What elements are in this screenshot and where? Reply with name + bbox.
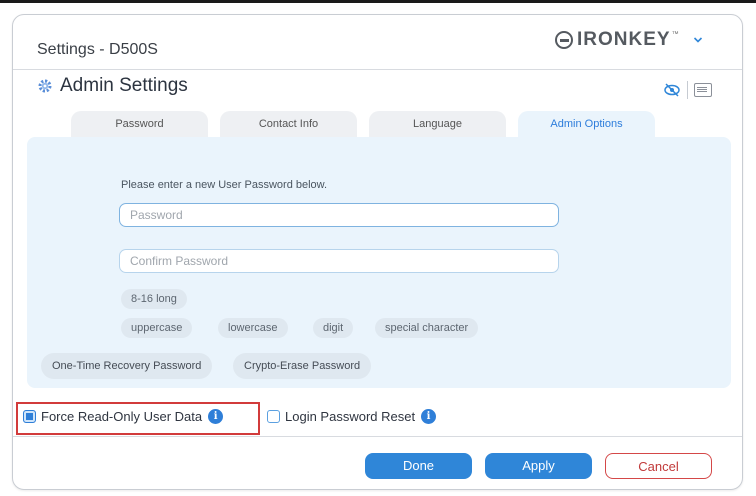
crypto-erase-password-button[interactable]: Crypto-Erase Password <box>233 353 372 379</box>
tab-contact-info[interactable]: Contact Info <box>220 111 357 137</box>
header-divider <box>13 69 742 70</box>
requirement-digit: digit <box>313 318 354 338</box>
force-read-only-option: Force Read-Only User Data i <box>23 409 224 424</box>
top-border-line <box>0 0 756 3</box>
login-password-reset-option: Login Password Reset i <box>267 409 437 424</box>
login-password-reset-label: Login Password Reset <box>285 409 416 424</box>
tool-separator <box>687 81 688 99</box>
trademark-symbol: ™ <box>671 30 679 38</box>
window-title: Settings - D500S <box>37 41 158 58</box>
keyboard-icon[interactable] <box>694 83 712 97</box>
settings-dialog: Settings - D500S IRONKEY ™ Admin Setting… <box>12 14 743 490</box>
tab-bar: Password Contact Info Language Admin Opt… <box>71 111 667 138</box>
login-password-reset-checkbox[interactable] <box>267 410 280 423</box>
requirement-lowercase: lowercase <box>218 318 288 338</box>
header-tools <box>663 81 712 99</box>
requirement-special-character: special character <box>375 318 479 338</box>
ironkey-logo-icon <box>555 31 573 49</box>
password-prompt: Please enter a new User Password below. <box>121 179 328 191</box>
brand-menu[interactable]: IRONKEY ™ <box>555 29 703 51</box>
requirement-length: 8-16 long <box>121 289 187 309</box>
section-title: Admin Settings <box>60 75 188 96</box>
tab-language[interactable]: Language <box>369 111 506 137</box>
info-icon[interactable]: i <box>421 409 437 424</box>
done-button[interactable]: Done <box>365 453 472 479</box>
footer-divider <box>13 436 742 437</box>
brand-name: IRONKEY <box>577 29 671 50</box>
force-read-only-label: Force Read-Only User Data <box>41 409 203 424</box>
hide-password-icon[interactable] <box>663 82 681 98</box>
section-header: Admin Settings <box>37 75 188 97</box>
force-read-only-checkbox[interactable] <box>23 410 36 423</box>
gear-icon <box>38 79 52 93</box>
cancel-button[interactable]: Cancel <box>605 453 712 479</box>
info-icon[interactable]: i <box>208 409 224 424</box>
tab-admin-options[interactable]: Admin Options <box>518 111 655 138</box>
password-input[interactable] <box>119 203 559 227</box>
requirement-uppercase: uppercase <box>121 318 193 338</box>
one-time-recovery-password-button[interactable]: One-Time Recovery Password <box>41 353 213 379</box>
chevron-down-icon[interactable] <box>693 35 703 45</box>
apply-button[interactable]: Apply <box>485 453 592 479</box>
confirm-password-input[interactable] <box>119 249 559 273</box>
tab-password[interactable]: Password <box>71 111 208 137</box>
